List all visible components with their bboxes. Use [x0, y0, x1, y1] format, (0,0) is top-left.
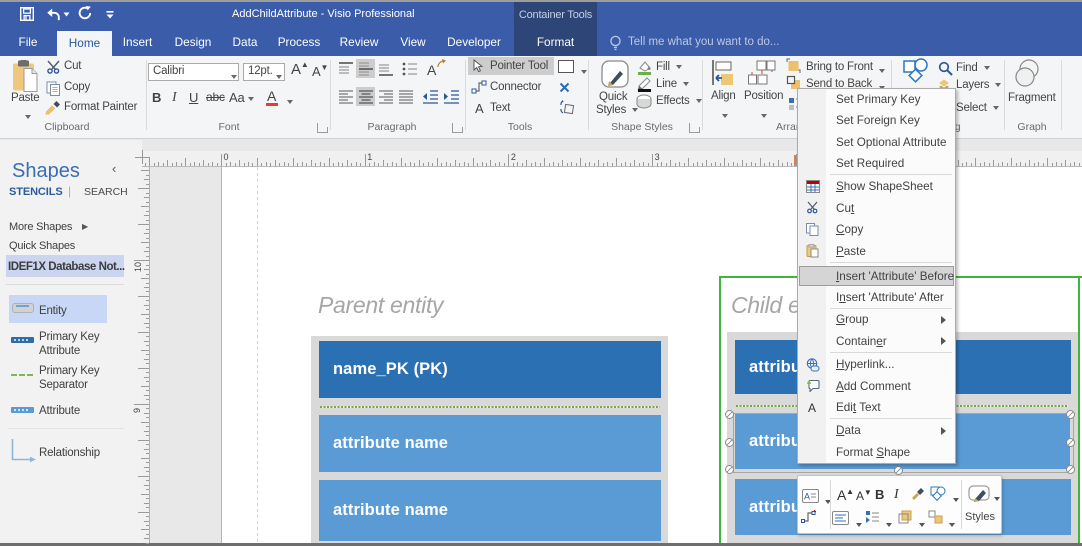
svg-text:A: A: [808, 401, 816, 414]
svg-text:A: A: [804, 492, 810, 502]
